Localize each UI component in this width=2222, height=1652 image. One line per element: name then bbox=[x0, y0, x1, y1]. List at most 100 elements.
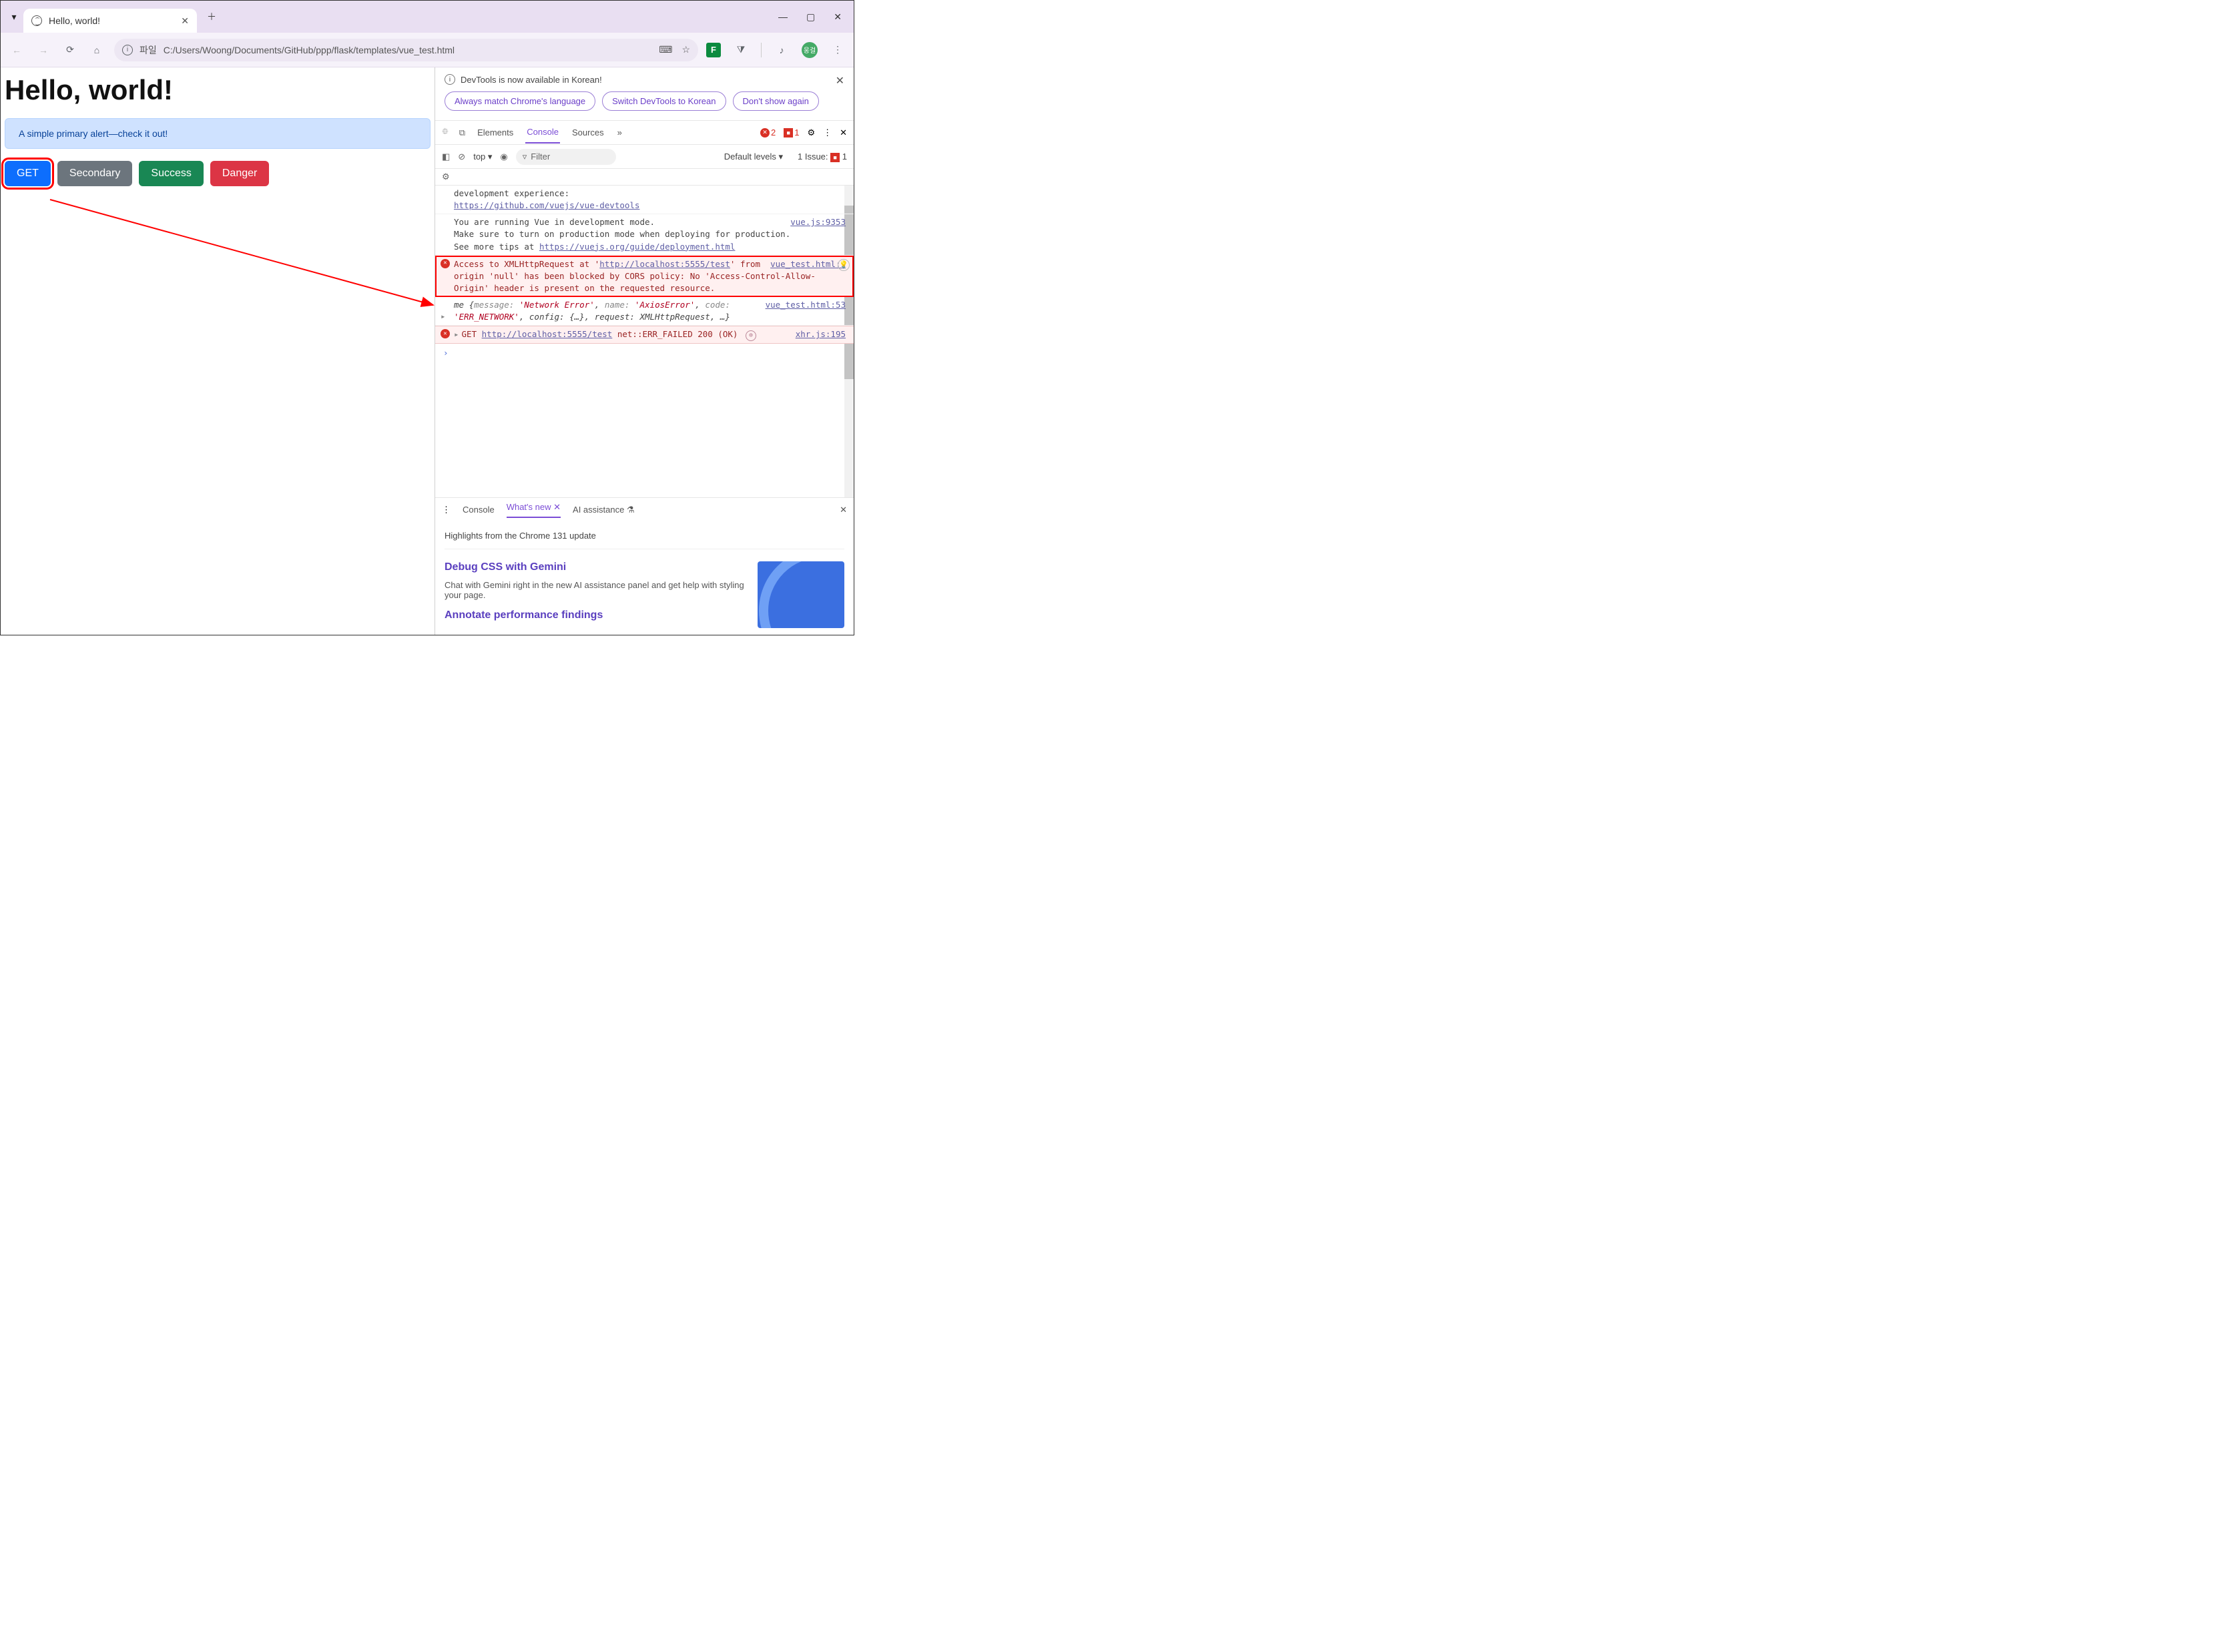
whatsnew-card-heading: Debug CSS with Gemini bbox=[445, 561, 747, 573]
console-xhr-error: ✕ xhr.js:195 ▸GET http://localhost:5555/… bbox=[435, 326, 854, 344]
site-info-icon[interactable]: i bbox=[122, 45, 133, 55]
chrome-menu-button[interactable] bbox=[828, 41, 847, 59]
pill-switch-korean[interactable]: Switch DevTools to Korean bbox=[602, 91, 726, 111]
vue-deploy-link[interactable]: https://vuejs.org/guide/deployment.html bbox=[539, 242, 736, 252]
context-selector[interactable]: top ▾ bbox=[473, 152, 492, 162]
drawer-menu-button[interactable] bbox=[442, 505, 451, 515]
log-levels-selector[interactable]: Default levels ▾ bbox=[724, 152, 783, 162]
console-sidebar-toggle[interactable]: ◧ bbox=[442, 152, 450, 162]
tab-sources[interactable]: Sources bbox=[571, 122, 605, 143]
extensions-button[interactable]: ⧩ bbox=[732, 41, 750, 59]
bookmark-icon[interactable]: ☆ bbox=[681, 44, 690, 55]
secondary-button[interactable]: Secondary bbox=[57, 161, 133, 186]
drawer-tab-console[interactable]: Console bbox=[463, 505, 495, 515]
clear-console-button[interactable]: ⊘ bbox=[458, 152, 465, 162]
whatsnew-panel: Highlights from the Chrome 131 update De… bbox=[435, 521, 854, 635]
whatsnew-card-heading: Annotate performance findings bbox=[445, 609, 747, 621]
close-whatsnew-tab[interactable]: ✕ bbox=[553, 502, 561, 512]
whatsnew-card-image bbox=[758, 561, 844, 628]
info-icon: i bbox=[445, 74, 455, 85]
pill-match-language[interactable]: Always match Chrome's language bbox=[445, 91, 595, 111]
console-message: development experience: https://github.c… bbox=[435, 186, 854, 214]
drawer-tab-whatsnew[interactable]: What's new ✕ bbox=[507, 502, 561, 518]
back-button[interactable]: ← bbox=[7, 41, 26, 59]
tab-search-button[interactable]: ▾ bbox=[5, 7, 23, 26]
minimize-button[interactable]: — bbox=[778, 11, 788, 23]
banner-title: DevTools is now available in Korean! bbox=[461, 75, 602, 85]
pill-dont-show[interactable]: Don't show again bbox=[733, 91, 819, 111]
console-toolbar: ◧ ⊘ top ▾ ◉ ▿ Filter Default levels ▾ 1 … bbox=[435, 145, 854, 169]
console-settings-row bbox=[435, 169, 854, 186]
whatsnew-card-text: Chat with Gemini right in the new AI ass… bbox=[445, 580, 747, 600]
profile-avatar[interactable]: 웅걸 bbox=[802, 42, 818, 58]
source-link[interactable]: xhr.js:195 bbox=[796, 328, 846, 340]
separator bbox=[761, 43, 762, 57]
console-filter-input[interactable]: ▿ Filter bbox=[516, 149, 616, 165]
error-count-badge[interactable]: ✕2 bbox=[760, 127, 776, 137]
tab-title: Hello, world! bbox=[49, 15, 174, 26]
tab-console[interactable]: Console bbox=[525, 121, 560, 144]
console-message: vue_test.html:53 ▸ me {message: 'Network… bbox=[435, 297, 854, 326]
drawer-tab-ai[interactable]: AI assistance ⚗ bbox=[573, 505, 635, 515]
issues-link[interactable]: 1 Issue: ■ 1 bbox=[798, 152, 847, 162]
reload-button[interactable]: ⟳ bbox=[61, 41, 79, 59]
devtools-menu-button[interactable] bbox=[823, 127, 832, 138]
danger-button[interactable]: Danger bbox=[210, 161, 269, 186]
whatsnew-title: Highlights from the Chrome 131 update bbox=[445, 528, 844, 549]
button-row: GET Secondary Success Danger bbox=[5, 161, 431, 186]
devtools-tab-bar: ⯐ ⧉ Elements Console Sources » ✕2 ■1 ✕ bbox=[435, 121, 854, 145]
alert-primary: A simple primary alert—check it out! bbox=[5, 118, 431, 149]
error-icon: ✕ bbox=[441, 259, 450, 268]
forward-button[interactable]: → bbox=[34, 41, 53, 59]
inspect-element-icon[interactable]: ⯐ bbox=[442, 125, 449, 140]
maximize-button[interactable]: ▢ bbox=[806, 11, 815, 23]
tab-close-button[interactable]: ✕ bbox=[181, 15, 189, 27]
console-output: development experience: https://github.c… bbox=[435, 186, 854, 497]
globe-icon bbox=[31, 15, 42, 26]
console-prompt[interactable]: › bbox=[435, 344, 854, 362]
expand-icon[interactable]: ▸ bbox=[441, 310, 450, 320]
tab-elements[interactable]: Elements bbox=[476, 122, 515, 143]
window-controls: — ▢ ✕ bbox=[778, 11, 850, 23]
cors-url-link[interactable]: http://localhost:5555/test bbox=[599, 259, 730, 269]
console-message: vue.js:9353 You are running Vue in devel… bbox=[435, 214, 854, 255]
home-button[interactable]: ⌂ bbox=[87, 41, 106, 59]
omnibox[interactable]: i 파일 C:/Users/Woong/Documents/GitHub/ppp… bbox=[114, 39, 698, 61]
drawer-close-button[interactable]: ✕ bbox=[840, 505, 847, 515]
page-content: Hello, world! A simple primary alert—che… bbox=[1, 67, 435, 635]
live-expression-button[interactable]: ◉ bbox=[500, 152, 507, 162]
xhr-url-link[interactable]: http://localhost:5555/test bbox=[482, 329, 613, 339]
address-bar: ← → ⟳ ⌂ i 파일 C:/Users/Woong/Documents/Gi… bbox=[1, 33, 854, 67]
media-control-icon[interactable]: ♪ bbox=[772, 41, 791, 59]
devtools-settings-button[interactable] bbox=[807, 127, 815, 138]
page-heading: Hello, world! bbox=[5, 74, 431, 106]
extension-f-icon[interactable]: F bbox=[706, 43, 721, 57]
error-icon: ✕ bbox=[441, 329, 450, 338]
ai-hint-button[interactable]: 💡 bbox=[838, 259, 850, 271]
devtools-close-button[interactable]: ✕ bbox=[840, 127, 847, 138]
source-link[interactable]: vue_test.html:1 bbox=[770, 258, 846, 270]
extension-icons: F ⧩ ♪ 웅걸 bbox=[706, 41, 847, 59]
new-tab-button[interactable]: ＋ bbox=[202, 7, 221, 26]
source-link[interactable]: vue.js:9353 bbox=[790, 216, 846, 228]
source-link[interactable]: vue_test.html:53 bbox=[766, 299, 846, 311]
console-settings-button[interactable] bbox=[442, 172, 450, 182]
device-toggle-icon[interactable]: ⧉ bbox=[459, 127, 465, 138]
vue-devtools-link[interactable]: https://github.com/vuejs/vue-devtools bbox=[454, 200, 639, 210]
url-text: C:/Users/Woong/Documents/GitHub/ppp/flas… bbox=[164, 45, 652, 55]
url-scheme-label: 파일 bbox=[140, 43, 157, 57]
drawer-tab-bar: Console What's new ✕ AI assistance ⚗ ✕ bbox=[435, 497, 854, 521]
issues-count-badge[interactable]: ■1 bbox=[784, 127, 799, 137]
titlebar: ▾ Hello, world! ✕ ＋ — ▢ ✕ bbox=[1, 1, 854, 33]
banner-close-button[interactable]: ✕ bbox=[836, 74, 844, 111]
tab-more[interactable]: » bbox=[616, 122, 623, 143]
translate-icon[interactable]: ⌨ bbox=[659, 44, 672, 55]
browser-tab[interactable]: Hello, world! ✕ bbox=[23, 9, 197, 33]
devtools-locale-banner: i DevTools is now available in Korean! A… bbox=[435, 67, 854, 121]
close-window-button[interactable]: ✕ bbox=[834, 11, 842, 23]
expand-icon[interactable]: ▸ bbox=[454, 329, 459, 339]
devtools-panel: i DevTools is now available in Korean! A… bbox=[435, 67, 854, 635]
success-button[interactable]: Success bbox=[139, 161, 203, 186]
get-button[interactable]: GET bbox=[5, 161, 51, 186]
cors-indicator-icon[interactable]: ⊕ bbox=[746, 330, 756, 341]
